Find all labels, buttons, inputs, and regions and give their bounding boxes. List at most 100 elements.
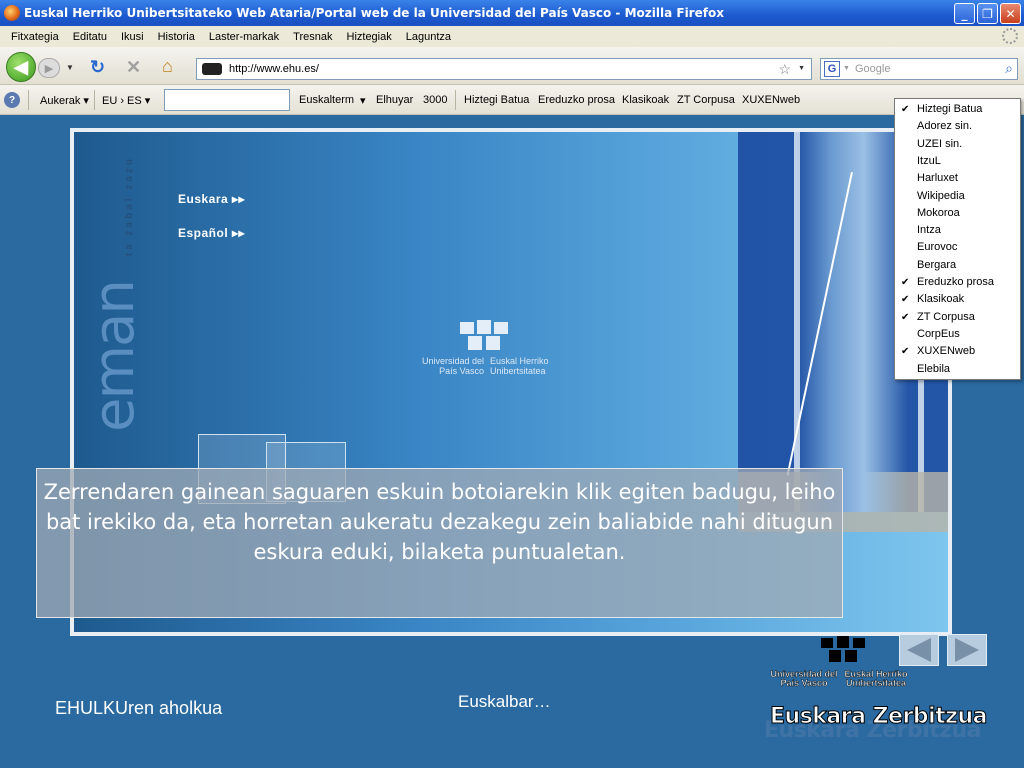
klasikoak-button[interactable]: Klasikoak <box>622 94 669 106</box>
help-icon[interactable]: ? <box>4 92 20 108</box>
service-label: Euskara Zerbitzua <box>770 704 988 730</box>
logo-text-spanish: Universidad del País Vasco <box>421 356 484 376</box>
3000-button[interactable]: 3000 <box>423 94 447 106</box>
dictionary-dropdown-menu: ✔ Hiztegi Batua Adorez sin. UZEI sin. ItzuL H… <box>894 98 1021 380</box>
checkmark-icon: ✔ <box>901 311 910 323</box>
next-slide-button[interactable] <box>947 634 987 666</box>
checkmark-icon: ✔ <box>901 104 910 115</box>
search-engine-icon[interactable]: G <box>824 61 840 77</box>
dropdown-item-label: Elebila <box>917 362 951 375</box>
dropdown-item-label: Harluxet <box>917 172 958 185</box>
menu-ikusi[interactable]: Ikusi <box>114 31 151 43</box>
previous-slide-button[interactable] <box>899 634 939 666</box>
euskalterm-button[interactable]: Euskalterm <box>299 94 354 106</box>
footer-title: EHULKUren aholkua <box>55 698 223 718</box>
menu-laster-markak[interactable]: Laster-markak <box>202 31 286 43</box>
toolbar-separator <box>28 90 29 110</box>
menu-laguntza[interactable]: Laguntza <box>399 31 458 43</box>
forward-button[interactable]: ▶ <box>38 58 60 78</box>
menu-historia[interactable]: Historia <box>151 31 202 43</box>
window-titlebar: Euskal Herriko Unibertsitateko Web Atari… <box>0 0 1024 26</box>
language-pair-select[interactable]: EU › ES ▾ <box>102 94 150 107</box>
menu-tresnak[interactable]: Tresnak <box>286 31 339 43</box>
university-logo-footer-icon <box>821 636 865 662</box>
dropdown-item[interactable]: Harluxet <box>895 170 1020 187</box>
dropdown-item-label: Mokoroa <box>917 206 960 219</box>
bookmark-star-icon[interactable]: ☆ <box>778 61 791 78</box>
euskalbar-search-input[interactable] <box>164 89 290 111</box>
dropdown-item[interactable]: UZEI sin. <box>895 136 1020 153</box>
dropdown-item[interactable]: ✔ ZT Corpusa <box>895 309 1020 326</box>
navigation-toolbar: ◀ ▶ ▼ ↻ ✕ ⌂ http://www.ehu.es/ ☆ ▼ G ▼ G… <box>0 47 1024 85</box>
window-controls: _ ❐ ✕ <box>954 3 1021 24</box>
stop-icon[interactable]: ✕ <box>126 57 141 78</box>
logo-text-basque: Euskal Herriko Unibertsitatea <box>490 356 549 376</box>
elhuyar-button[interactable]: Elhuyar <box>376 94 413 106</box>
dropdown-item[interactable]: CorpEus <box>895 326 1020 343</box>
checkmark-icon: ✔ <box>901 294 910 306</box>
menu-hiztegiak[interactable]: Hiztegiak <box>340 31 399 43</box>
search-box[interactable]: G ▼ Google ⌕ <box>820 58 1018 80</box>
reload-icon[interactable]: ↻ <box>90 57 105 78</box>
dropdown-item-label: ZT Corpusa <box>917 310 975 323</box>
dropdown-item[interactable]: Wikipedia <box>895 188 1020 205</box>
university-logo-icon <box>460 320 508 350</box>
dropdown-item-label: Wikipedia <box>917 189 965 202</box>
xuxenweb-button[interactable]: XUXENweb <box>742 94 800 106</box>
toolbar-separator <box>94 90 95 110</box>
dropdown-item[interactable]: Adorez sin. <box>895 118 1020 135</box>
dropdown-item-label: UZEI sin. <box>917 137 963 150</box>
arrow-right-icon <box>955 638 979 662</box>
dropdown-item-label: Ereduzko prosa <box>917 276 995 288</box>
maximize-button[interactable]: ❐ <box>977 3 998 24</box>
dropdown-item[interactable]: Elebila <box>895 361 1020 378</box>
walking-person-photo <box>798 132 908 512</box>
menu-editatu[interactable]: Editatu <box>66 31 114 43</box>
arrow-left-icon <box>907 638 931 662</box>
search-icon[interactable]: ⌕ <box>1005 60 1013 77</box>
dropdown-item[interactable]: Eurovoc <box>895 239 1020 256</box>
checkmark-icon: ✔ <box>901 346 910 358</box>
euskara-link[interactable]: Euskara ▸▸ <box>178 192 245 206</box>
hiztegi-batua-button[interactable]: Hiztegi Batua <box>464 94 529 106</box>
footer-logo-basque: Euskal Herriko Unibertsitatea <box>844 669 908 688</box>
site-favicon-icon <box>202 63 222 75</box>
menu-fitxategia[interactable]: Fitxategia <box>4 31 66 43</box>
close-button[interactable]: ✕ <box>1000 3 1021 24</box>
espanol-link[interactable]: Español ▸▸ <box>178 226 245 240</box>
euskalbar-toolbar: ? Aukerak ▾ EU › ES ▾ Euskalterm ▾ Elhuy… <box>0 85 1024 115</box>
throbber-icon <box>1002 28 1018 44</box>
dropdown-item-label: Hiztegi Batua <box>917 103 983 115</box>
aukerak-menu[interactable]: Aukerak ▾ <box>40 94 89 107</box>
dropdown-item-label: CorpEus <box>917 327 960 340</box>
dropdown-item[interactable]: ✔ Ereduzko prosa <box>895 274 1020 291</box>
history-dropdown-icon[interactable]: ▼ <box>66 63 74 72</box>
dropdown-item-label: Klasikoak <box>917 293 965 306</box>
url-text: http://www.ehu.es/ <box>229 63 319 75</box>
slide-caption: Zerrendaren gainean saguaren eskuin boto… <box>36 468 843 618</box>
dropdown-item[interactable]: ✔ Hiztegi Batua <box>895 101 1020 118</box>
dropdown-item[interactable]: Mokoroa <box>895 205 1020 222</box>
footer-logo-spanish: Universidad del País Vasco <box>770 669 838 688</box>
dropdown-item[interactable]: ItzuL <box>895 153 1020 170</box>
dropdown-item[interactable]: ✔ XUXENweb <box>895 343 1020 360</box>
url-bar[interactable]: http://www.ehu.es/ ☆ ▼ <box>196 58 812 80</box>
euskalterm-dropdown-icon[interactable]: ▾ <box>360 94 366 107</box>
back-button[interactable]: ◀ <box>6 52 36 82</box>
zt-corpusa-button[interactable]: ZT Corpusa <box>677 94 735 106</box>
dropdown-item-label: Eurovoc <box>917 241 958 254</box>
menu-bar: Fitxategia Editatu Ikusi Historia Laster… <box>0 26 1024 47</box>
ereduzko-prosa-button[interactable]: Ereduzko prosa <box>538 94 615 106</box>
toolbar-separator <box>455 90 456 110</box>
firefox-icon <box>4 5 20 21</box>
dropdown-item-label: ItzuL <box>917 154 941 167</box>
site-tagline: ta zabal zazu <box>124 156 135 257</box>
home-icon[interactable]: ⌂ <box>162 56 173 77</box>
dropdown-item[interactable]: Bergara <box>895 257 1020 274</box>
search-engine-dropdown-icon[interactable]: ▼ <box>843 65 850 72</box>
dropdown-item[interactable]: Intza <box>895 222 1020 239</box>
url-dropdown-icon[interactable]: ▼ <box>798 65 805 72</box>
dropdown-item[interactable]: ✔ Klasikoak <box>895 291 1020 308</box>
search-placeholder: Google <box>855 63 891 75</box>
minimize-button[interactable]: _ <box>954 3 975 24</box>
